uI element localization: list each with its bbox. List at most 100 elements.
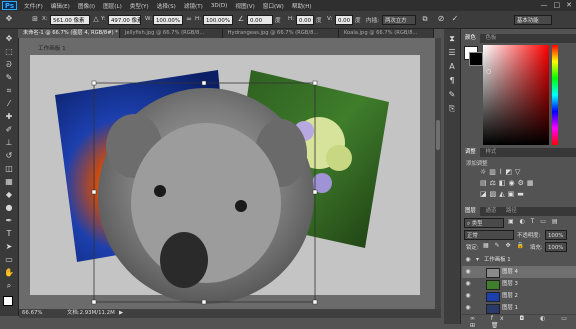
- type-tool-icon[interactable]: T: [3, 228, 15, 240]
- minimize-button[interactable]: —: [541, 1, 548, 9]
- clone-source-panel-icon[interactable]: ⎘: [446, 103, 458, 115]
- status-menu-arrow-icon[interactable]: ▶: [119, 309, 123, 318]
- angle-field[interactable]: 0.00: [247, 15, 273, 25]
- interpolation-select[interactable]: 两次立方: [382, 15, 416, 25]
- tab-swatches[interactable]: 色板: [482, 35, 501, 41]
- levels-icon[interactable]: ▥: [489, 168, 499, 176]
- link-icon[interactable]: ∞: [184, 14, 194, 24]
- warp-mode-icon[interactable]: ⧉: [420, 14, 430, 24]
- layers-footer-icons[interactable]: ∞ fx ◘ ◐ ▭ ⊞ 🗑: [470, 315, 576, 329]
- brush-panel-icon[interactable]: ✎: [446, 89, 458, 101]
- black-white-icon[interactable]: ◧: [499, 179, 509, 187]
- tab-layers[interactable]: 图层: [461, 207, 480, 216]
- reference-point-icon[interactable]: ⊞: [30, 14, 40, 24]
- artboard-group-name[interactable]: 工作画板 1: [484, 254, 511, 266]
- menu-window[interactable]: 窗口(W): [259, 2, 288, 10]
- move-tool-icon[interactable]: ✥: [3, 33, 15, 45]
- path-selection-tool-icon[interactable]: ➤: [3, 241, 15, 253]
- menu-type[interactable]: 类型(Y): [126, 2, 153, 10]
- layer-name[interactable]: 图层 3: [502, 278, 518, 290]
- tab-adjustments[interactable]: 调整: [461, 148, 480, 157]
- y-field[interactable]: 497.00 像素: [108, 15, 141, 25]
- scrollbar-thumb[interactable]: [436, 120, 440, 150]
- menu-3d[interactable]: 3D(D): [207, 3, 232, 9]
- crop-tool-icon[interactable]: ⌗: [3, 85, 15, 97]
- tab-document-1[interactable]: 未命名-1 @ 66.7% (图层 4, RGB/8#) *: [18, 29, 120, 38]
- gradient-tool-icon[interactable]: ▦: [3, 176, 15, 188]
- pen-tool-icon[interactable]: ✒: [3, 215, 15, 227]
- cancel-transform-icon[interactable]: ⊘: [436, 14, 446, 24]
- menu-select[interactable]: 选择(S): [153, 2, 180, 10]
- height-field[interactable]: 100.00%: [203, 15, 233, 25]
- tab-paths[interactable]: 路径: [502, 208, 521, 214]
- dodge-tool-icon[interactable]: ●: [3, 202, 15, 214]
- tab-styles[interactable]: 样式: [482, 149, 501, 155]
- zoom-tool-icon[interactable]: ⌕: [3, 280, 15, 292]
- paragraph-panel-icon[interactable]: ¶: [446, 75, 458, 87]
- move-tool-icon[interactable]: ✥: [4, 14, 14, 24]
- menu-layer[interactable]: 图层(L): [99, 2, 126, 10]
- menu-filter[interactable]: 滤镜(T): [180, 2, 207, 10]
- background-color-chip[interactable]: [469, 52, 483, 66]
- foreground-color-swatch[interactable]: [3, 296, 13, 306]
- blend-mode-select[interactable]: 正常: [464, 230, 514, 240]
- tab-koala[interactable]: Koala.jpg @ 66.7% (RGB/8...: [338, 29, 434, 38]
- channel-mixer-icon[interactable]: ⚙: [518, 179, 527, 187]
- menu-edit[interactable]: 编辑(E): [47, 2, 74, 10]
- clone-stamp-tool-icon[interactable]: ⊥: [3, 137, 15, 149]
- expand-arrow-icon[interactable]: ▾: [476, 256, 479, 263]
- color-lookup-icon[interactable]: ▦: [527, 179, 537, 187]
- tab-channels[interactable]: 通道: [482, 208, 501, 214]
- layer-filter-icons[interactable]: ▣ ◐ T ▭ ▤: [508, 218, 560, 225]
- threshold-icon[interactable]: ◭: [499, 190, 507, 198]
- visibility-eye-icon[interactable]: ◉: [464, 292, 472, 300]
- history-brush-tool-icon[interactable]: ↺: [3, 150, 15, 162]
- gradient-map-icon[interactable]: ▬: [517, 190, 527, 198]
- tab-jellyfish[interactable]: Jellyfish.jpg @ 66.7% (RGB/8...: [119, 29, 223, 38]
- color-balance-icon[interactable]: ⚖: [490, 179, 499, 187]
- brush-tool-icon[interactable]: ✐: [3, 124, 15, 136]
- visibility-eye-icon[interactable]: ◉: [464, 280, 472, 288]
- exposure-icon[interactable]: ◩: [505, 168, 515, 176]
- properties-panel-icon[interactable]: ☰: [446, 47, 458, 59]
- character-panel-icon[interactable]: A: [446, 61, 458, 73]
- selective-color-icon[interactable]: ▣: [508, 190, 518, 198]
- visibility-eye-icon[interactable]: ◉: [464, 304, 472, 312]
- v-skew-field[interactable]: 0.00: [335, 15, 353, 25]
- maximize-button[interactable]: □: [554, 1, 561, 9]
- lasso-tool-icon[interactable]: ᘐ: [3, 59, 15, 71]
- close-button[interactable]: ✕: [566, 1, 572, 9]
- eraser-tool-icon[interactable]: ◫: [3, 163, 15, 175]
- zoom-level[interactable]: 66.67%: [22, 309, 43, 318]
- fill-field[interactable]: 100%: [545, 242, 567, 252]
- marquee-tool-icon[interactable]: ⬚: [3, 46, 15, 58]
- layer-filter-select[interactable]: ⌕ 类型: [464, 218, 504, 228]
- commit-transform-icon[interactable]: ✓: [450, 14, 460, 24]
- menu-help[interactable]: 帮助(H): [288, 2, 316, 10]
- opacity-field[interactable]: 100%: [545, 230, 567, 240]
- visibility-eye-icon[interactable]: ◉: [464, 256, 472, 264]
- hue-slider[interactable]: [552, 45, 558, 145]
- hue-saturation-icon[interactable]: ▤: [480, 179, 490, 187]
- layer-name[interactable]: 图层 4: [502, 266, 518, 278]
- workspace-select[interactable]: 基本功能: [514, 15, 552, 25]
- photo-filter-icon[interactable]: ◉: [509, 179, 518, 187]
- hand-tool-icon[interactable]: ✋: [3, 267, 15, 279]
- tab-hydrangeas[interactable]: Hydrangeas.jpg @ 66.7% (RGB/8...: [222, 29, 339, 38]
- layer-row[interactable]: ◉ 图层 1: [462, 302, 576, 315]
- menu-file[interactable]: 文件(F): [20, 2, 47, 10]
- rectangle-tool-icon[interactable]: ▭: [3, 254, 15, 266]
- lock-icons[interactable]: ▦ ✎ ✥ 🔒: [483, 242, 526, 249]
- h-skew-field[interactable]: 0.00: [296, 15, 314, 25]
- quick-select-tool-icon[interactable]: ✎: [3, 72, 15, 84]
- eyedropper-tool-icon[interactable]: ⁄: [3, 98, 15, 110]
- color-picker-field[interactable]: [483, 45, 549, 145]
- vibrance-icon[interactable]: ▽: [515, 168, 523, 176]
- brightness-icon[interactable]: ☼: [480, 168, 489, 176]
- visibility-eye-icon[interactable]: ◉: [464, 268, 472, 276]
- x-field[interactable]: 561.00 像素: [50, 15, 90, 25]
- width-field[interactable]: 100.00%: [153, 15, 183, 25]
- layer-name[interactable]: 图层 1: [502, 302, 518, 314]
- blur-tool-icon[interactable]: ◆: [3, 189, 15, 201]
- history-panel-icon[interactable]: ⧗: [446, 33, 458, 45]
